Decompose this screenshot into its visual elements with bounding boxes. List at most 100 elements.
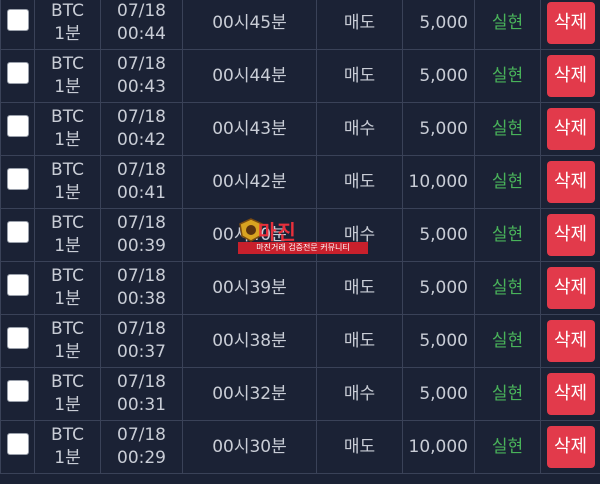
table-row: BTC 1분 07/18 00:43 00시44분 매도 5,000 실현 삭제 <box>0 49 600 103</box>
side-cell: 매도 <box>316 261 403 315</box>
delete-button[interactable]: 삭제 <box>546 2 595 44</box>
row-select-cell <box>0 367 35 421</box>
row-checkbox[interactable] <box>6 8 29 31</box>
interval-label: 1분 <box>54 289 81 309</box>
date-label: 07/18 <box>117 160 166 180</box>
delete-button[interactable]: 삭제 <box>546 108 595 150</box>
type-cell: 실현 <box>474 420 541 474</box>
round-cell: 00시43분 <box>182 102 317 156</box>
row-select-cell <box>0 261 35 315</box>
delete-button[interactable]: 삭제 <box>546 320 595 362</box>
row-checkbox[interactable] <box>6 326 29 349</box>
date-label: 07/18 <box>117 213 166 233</box>
amount-cell: 5,000 <box>402 314 475 368</box>
date-label: 07/18 <box>117 1 166 21</box>
side-cell: 매도 <box>316 0 403 50</box>
amount-cell: 10,000 <box>402 155 475 209</box>
delete-cell: 삭제 <box>540 0 600 50</box>
round-cell: 00시30분 <box>182 420 317 474</box>
interval-label: 1분 <box>54 395 81 415</box>
delete-button[interactable]: 삭제 <box>546 161 595 203</box>
symbol-label: BTC <box>51 213 84 233</box>
type-cell: 실현 <box>474 261 541 315</box>
symbol-cell: BTC 1분 <box>34 367 101 421</box>
delete-cell: 삭제 <box>540 49 600 103</box>
delete-button[interactable]: 삭제 <box>546 267 595 309</box>
symbol-label: BTC <box>51 372 84 392</box>
row-checkbox[interactable] <box>6 432 29 455</box>
table-row: BTC 1분 07/18 00:41 00시42분 매도 10,000 실현 삭… <box>0 155 600 209</box>
interval-label: 1분 <box>54 236 81 256</box>
round-cell: 00시38분 <box>182 314 317 368</box>
amount-cell: 5,000 <box>402 367 475 421</box>
delete-button[interactable]: 삭제 <box>546 373 595 415</box>
interval-label: 1분 <box>54 77 81 97</box>
row-checkbox[interactable] <box>6 114 29 137</box>
row-checkbox[interactable] <box>6 167 29 190</box>
symbol-label: BTC <box>51 1 84 21</box>
delete-button[interactable]: 삭제 <box>546 55 595 97</box>
row-checkbox[interactable] <box>6 273 29 296</box>
time-label: 00:42 <box>117 130 166 150</box>
row-select-cell <box>0 420 35 474</box>
type-cell: 실현 <box>474 102 541 156</box>
symbol-cell: BTC 1분 <box>34 155 101 209</box>
amount-cell: 5,000 <box>402 261 475 315</box>
amount-cell: 5,000 <box>402 49 475 103</box>
datetime-cell: 07/18 00:41 <box>100 155 183 209</box>
row-checkbox[interactable] <box>6 379 29 402</box>
delete-button[interactable]: 삭제 <box>546 214 595 256</box>
datetime-cell: 07/18 00:29 <box>100 420 183 474</box>
time-label: 00:38 <box>117 289 166 309</box>
row-checkbox[interactable] <box>6 220 29 243</box>
symbol-cell: BTC 1분 <box>34 208 101 262</box>
side-cell: 매도 <box>316 314 403 368</box>
row-select-cell <box>0 102 35 156</box>
symbol-label: BTC <box>51 54 84 74</box>
time-label: 00:39 <box>117 236 166 256</box>
time-label: 00:41 <box>117 183 166 203</box>
round-cell: 00시40분 <box>182 208 317 262</box>
amount-cell: 10,000 <box>402 420 475 474</box>
table-row: BTC 1분 07/18 00:38 00시39분 매도 5,000 실현 삭제 <box>0 261 600 315</box>
symbol-label: BTC <box>51 160 84 180</box>
type-cell: 실현 <box>474 49 541 103</box>
type-cell: 실현 <box>474 314 541 368</box>
time-label: 00:37 <box>117 342 166 362</box>
date-label: 07/18 <box>117 107 166 127</box>
delete-button[interactable]: 삭제 <box>546 426 595 468</box>
row-select-cell <box>0 0 35 50</box>
side-cell: 매수 <box>316 208 403 262</box>
symbol-label: BTC <box>51 425 84 445</box>
interval-label: 1분 <box>54 24 81 44</box>
symbol-label: BTC <box>51 266 84 286</box>
row-checkbox[interactable] <box>6 61 29 84</box>
round-cell: 00시39분 <box>182 261 317 315</box>
type-cell: 실현 <box>474 155 541 209</box>
round-cell: 00시44분 <box>182 49 317 103</box>
type-cell: 실현 <box>474 208 541 262</box>
datetime-cell: 07/18 00:39 <box>100 208 183 262</box>
type-cell: 실현 <box>474 367 541 421</box>
delete-cell: 삭제 <box>540 102 600 156</box>
symbol-cell: BTC 1분 <box>34 314 101 368</box>
symbol-label: BTC <box>51 107 84 127</box>
table-row: BTC 1분 07/18 00:44 00시45분 매도 5,000 실현 삭제 <box>0 0 600 50</box>
row-select-cell <box>0 208 35 262</box>
table-row: BTC 1분 07/18 00:42 00시43분 매수 5,000 실현 삭제 <box>0 102 600 156</box>
delete-cell: 삭제 <box>540 261 600 315</box>
datetime-cell: 07/18 00:31 <box>100 367 183 421</box>
datetime-cell: 07/18 00:37 <box>100 314 183 368</box>
side-cell: 매도 <box>316 155 403 209</box>
date-label: 07/18 <box>117 425 166 445</box>
trade-rows: BTC 1분 07/18 00:44 00시45분 매도 5,000 실현 삭제… <box>0 0 600 474</box>
row-select-cell <box>0 155 35 209</box>
time-label: 00:31 <box>117 395 166 415</box>
time-label: 00:29 <box>117 448 166 468</box>
symbol-cell: BTC 1분 <box>34 420 101 474</box>
symbol-cell: BTC 1분 <box>34 49 101 103</box>
round-cell: 00시32분 <box>182 367 317 421</box>
delete-cell: 삭제 <box>540 420 600 474</box>
datetime-cell: 07/18 00:42 <box>100 102 183 156</box>
symbol-cell: BTC 1분 <box>34 102 101 156</box>
